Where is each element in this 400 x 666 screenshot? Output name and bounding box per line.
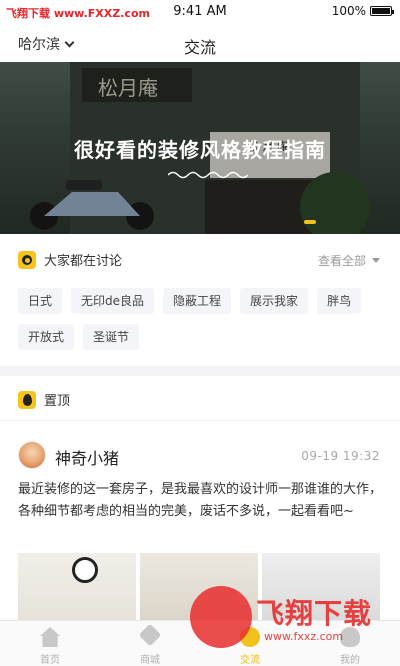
watermark-big-text: 飞翔下载 bbox=[256, 597, 373, 630]
banner-carousel[interactable]: 松月庵 松 月 庵 很好看的装修风格教程指南 bbox=[0, 62, 400, 234]
tab-shop[interactable]: 商城 bbox=[100, 621, 200, 666]
tag-item[interactable]: 隐蔽工程 bbox=[163, 288, 232, 314]
watermark-circle-icon bbox=[190, 586, 252, 648]
tag-item[interactable]: 展示我家 bbox=[240, 288, 309, 314]
tab-label: 首页 bbox=[40, 655, 60, 666]
battery-percent: 100% bbox=[331, 4, 366, 18]
page-title: 交流 bbox=[183, 38, 216, 57]
post-date: 09-19 19:32 bbox=[301, 449, 380, 463]
post-author[interactable]: 神奇小猪 bbox=[55, 445, 119, 469]
clock-icon bbox=[72, 557, 98, 583]
status-bar: 飞翔下载 www.FXXZ.com 9:41 AM 100% bbox=[0, 0, 400, 24]
see-all-label: 查看全部 bbox=[317, 254, 366, 268]
discussion-header: 大家都在讨论 bbox=[18, 250, 122, 269]
tag-item[interactable]: 开放式 bbox=[18, 324, 75, 350]
tag-item[interactable]: 圣诞节 bbox=[83, 324, 140, 350]
pinned-header: 置顶 bbox=[18, 390, 70, 409]
tag-icon bbox=[138, 623, 162, 647]
discussion-section: 大家都在讨论 查看全部 日式 无印de良品 隐蔽工程 展示我家 胖鸟 开放式 圣… bbox=[0, 234, 400, 366]
tag-item[interactable]: 胖鸟 bbox=[317, 288, 362, 314]
post-body[interactable]: 最近装修的这一套房子，是我最喜欢的设计师一那谁谁的大作，各种细节都考虑的相当的完… bbox=[18, 479, 384, 523]
flame-icon bbox=[18, 390, 36, 409]
discussion-icon bbox=[18, 250, 36, 269]
battery-indicator: 100% bbox=[331, 4, 394, 18]
battery-icon bbox=[370, 6, 394, 16]
watermark-logo: 飞翔下载 www.fxxz.com bbox=[190, 586, 400, 656]
home-icon bbox=[40, 627, 60, 647]
pinned-title: 置顶 bbox=[44, 394, 71, 409]
tab-label: 商城 bbox=[140, 655, 160, 666]
tag-list: 日式 无印de良品 隐蔽工程 展示我家 胖鸟 开放式 圣诞节 bbox=[18, 288, 388, 350]
section-divider bbox=[0, 366, 400, 376]
pinned-section: 置顶 bbox=[0, 376, 400, 420]
app-screen: 飞翔下载 www.FXXZ.com 9:41 AM 100% 哈尔滨 交流 松月… bbox=[0, 0, 400, 666]
caret-down-icon bbox=[372, 258, 380, 263]
see-all-link[interactable]: 查看全部 bbox=[318, 252, 380, 269]
discussion-title: 大家都在讨论 bbox=[44, 254, 123, 269]
tag-item[interactable]: 日式 bbox=[18, 288, 63, 314]
avatar[interactable] bbox=[18, 441, 46, 469]
tag-item[interactable]: 无印de良品 bbox=[71, 288, 155, 314]
banner-headline: 很好看的装修风格教程指南 bbox=[74, 138, 326, 162]
wave-decoration-icon bbox=[168, 171, 248, 179]
top-navbar: 哈尔滨 交流 bbox=[0, 24, 400, 62]
watermark-url: www.fxxz.com bbox=[264, 630, 344, 643]
tab-home[interactable]: 首页 bbox=[0, 621, 100, 666]
carousel-indicator-active[interactable] bbox=[304, 220, 316, 224]
